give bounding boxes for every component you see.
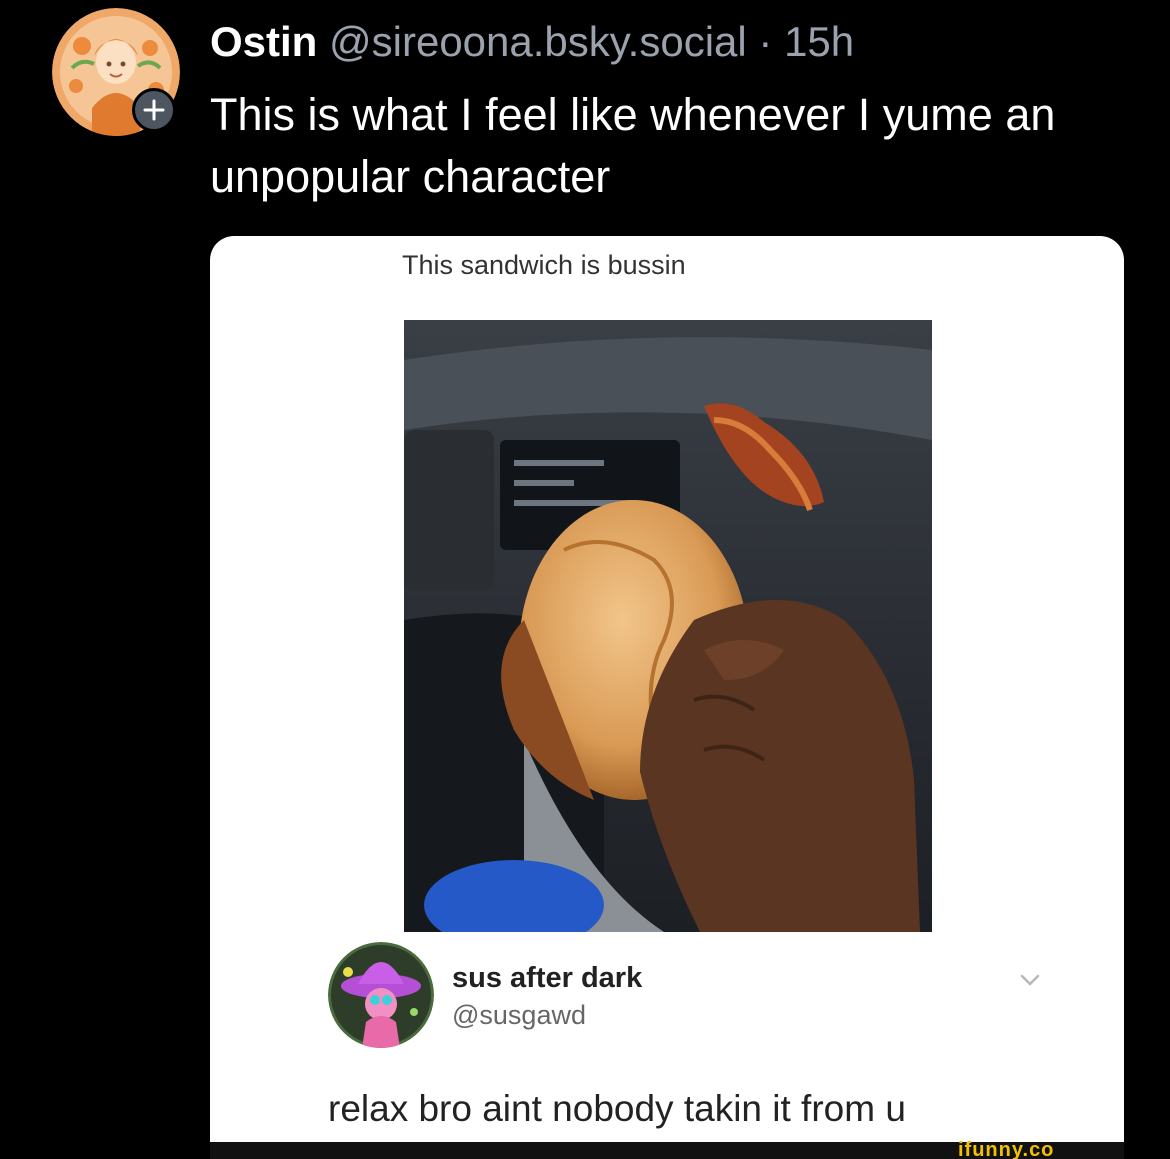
follow-button[interactable] xyxy=(132,88,176,132)
reply-text: relax bro aint nobody takin it from u xyxy=(328,1088,906,1129)
post-text: This is what I feel like whenever I yume… xyxy=(210,89,1056,202)
pink-witch-avatar-icon xyxy=(328,942,434,1048)
post-timestamp[interactable]: 15h xyxy=(784,18,854,65)
post-header: Ostin @sireoona.bsky.social · 15h xyxy=(210,14,854,70)
header-separator: · xyxy=(758,18,773,65)
reply-author-name: sus after dark xyxy=(452,962,643,994)
sandwich-in-car-photo-icon xyxy=(404,320,932,932)
author-handle[interactable]: @sireoona.bsky.social xyxy=(329,18,747,65)
reply-avatar[interactable] xyxy=(328,942,434,1048)
plus-icon xyxy=(143,99,165,121)
ifunny-watermark: ifunny.co xyxy=(958,1139,1055,1159)
meme-caption: This sandwich is bussin xyxy=(402,250,686,280)
reply-author-handle: @susgawd xyxy=(452,1000,586,1030)
sandwich-photo xyxy=(404,320,932,932)
embedded-image[interactable]: This sandwich is bussin sus after dark @… xyxy=(210,236,1124,1159)
chevron-down-icon xyxy=(1016,970,1044,990)
author-display-name[interactable]: Ostin xyxy=(210,18,317,65)
